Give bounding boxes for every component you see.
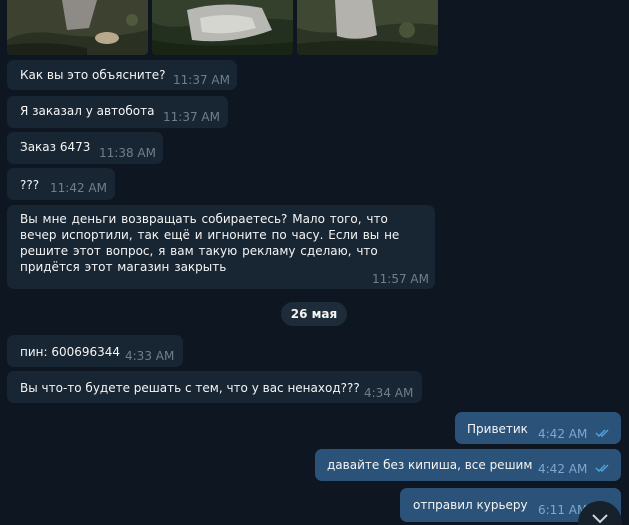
message-time: 11:38 AM [99, 146, 156, 160]
message-text: Я заказал у автобота [20, 104, 155, 118]
message-time: 11:37 AM [163, 110, 220, 124]
message-incoming[interactable]: Заказ 6473 11:38 AM [7, 132, 163, 164]
message-incoming[interactable]: Вы что-то будете решать с тем, что у вас… [7, 371, 422, 403]
message-text: Вы мне деньги возвращать собираетесь? Ма… [20, 212, 400, 274]
message-incoming[interactable]: Вы мне деньги возвращать собираетесь? Ма… [7, 205, 435, 289]
message-time: 4:42 AM [538, 427, 588, 441]
message-time: 11:57 AM [372, 272, 429, 286]
message-outgoing[interactable]: Приветик 4:42 AM [455, 412, 621, 444]
chat-history[interactable]: Как вы это объясните? 11:37 AM Я заказал… [0, 0, 629, 525]
message-text: Заказ 6473 [20, 140, 91, 154]
message-text: Вы что-то будете решать с тем, что у вас… [20, 381, 360, 395]
photo-thumbnail[interactable] [297, 0, 438, 55]
date-separator: 26 мая [281, 302, 347, 326]
message-incoming[interactable]: Как вы это объясните? 11:37 AM [7, 60, 237, 90]
photo-thumbnail[interactable] [7, 0, 148, 55]
message-text: пин: 600696344 [20, 345, 121, 359]
message-incoming[interactable]: ??? 11:42 AM [7, 168, 115, 200]
message-text: ??? [20, 178, 40, 192]
double-check-icon [595, 429, 609, 437]
chevron-down-icon [592, 514, 608, 524]
message-incoming[interactable]: Я заказал у автобота 11:37 AM [7, 96, 228, 128]
message-text: отправил курьеру [413, 498, 528, 512]
message-time: 4:42 AM [538, 462, 588, 476]
message-text: Приветик [467, 422, 528, 436]
message-time: 11:37 AM [173, 73, 230, 87]
photo-thumbnail[interactable] [152, 0, 293, 55]
message-outgoing[interactable]: давайте без кипиша, все решим 4:42 AM [315, 449, 621, 481]
photo-album[interactable] [7, 0, 438, 55]
message-time: 4:34 AM [364, 386, 414, 400]
double-check-icon [595, 464, 609, 472]
message-text: давайте без кипиша, все решим [327, 458, 533, 472]
message-text: Как вы это объясните? [20, 68, 166, 82]
message-time: 4:33 AM [125, 349, 175, 363]
message-time: 11:42 AM [50, 181, 107, 195]
message-incoming[interactable]: пин: 600696344 4:33 AM [7, 335, 183, 367]
